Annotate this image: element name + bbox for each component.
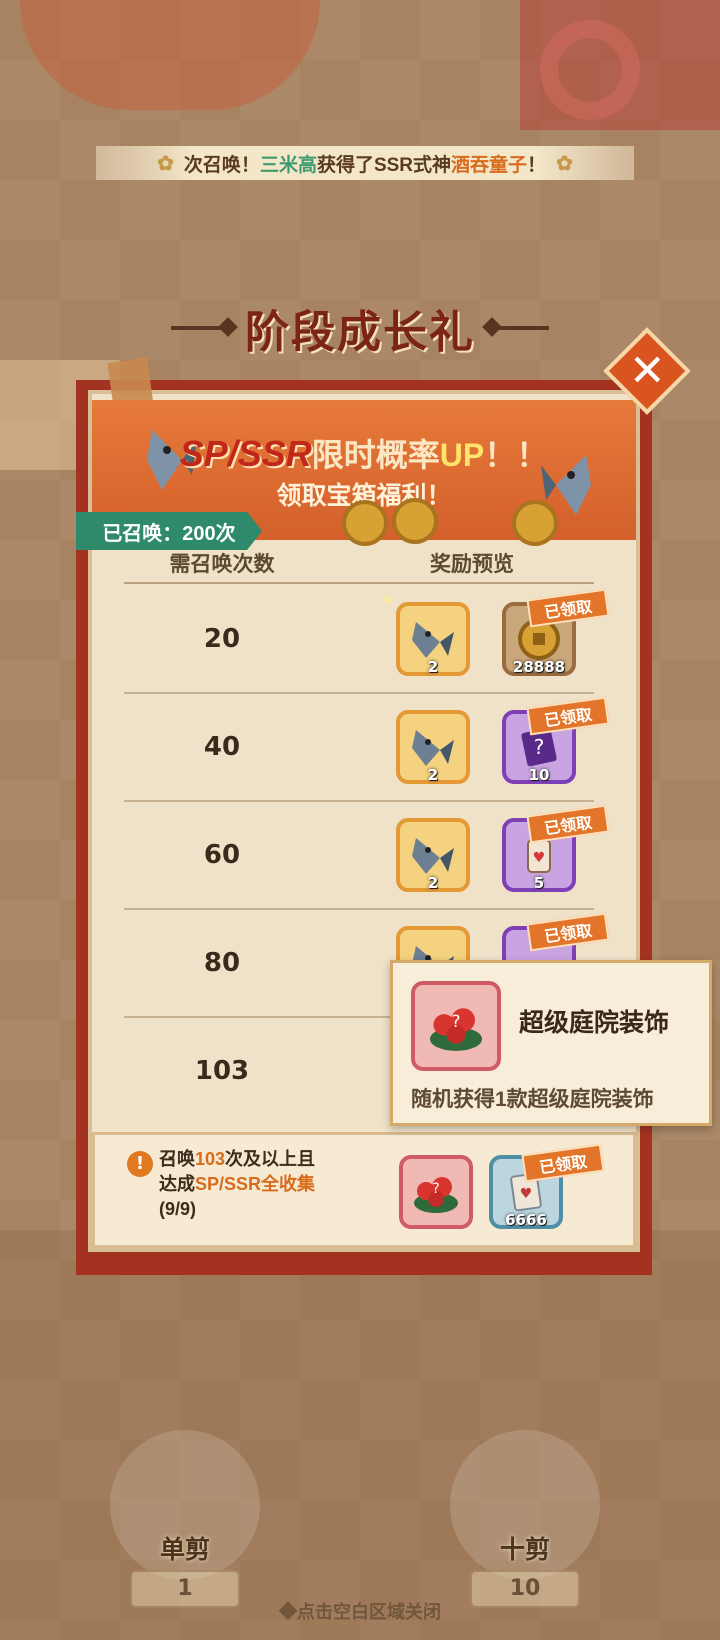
reward-quantity: 2 [427, 874, 439, 892]
reward-quantity: 2 [427, 766, 439, 784]
ten-summon-count: 10 [470, 1570, 580, 1608]
svg-text:?: ? [432, 1181, 439, 1197]
page-title-wrap: 阶段成长礼 [160, 296, 560, 360]
sparkle-icon [382, 594, 394, 606]
ten-summon-button[interactable]: 十剪 10 [440, 1390, 610, 1610]
alert-icon: ! [127, 1151, 153, 1177]
flower-icon: ✿ [157, 152, 174, 175]
svg-text:♥: ♥ [533, 850, 546, 866]
row-count: 20 [203, 624, 241, 654]
flower-icon: ✿ [556, 152, 573, 175]
reward-item[interactable]: 2 [396, 602, 470, 676]
row-count: 60 [203, 840, 241, 870]
announcement-marquee: ✿ 次召唤！ 三米高 获得了SSR式神 酒吞童子 ！ ✿ [96, 146, 634, 180]
camellia-decoration-icon: ? [429, 1008, 483, 1051]
close-hint: ◆点击空白区域关闭 [279, 1602, 441, 1622]
paper-crane-icon [412, 730, 454, 766]
column-header-required: 需召唤次数 [169, 553, 275, 576]
coin-icon [392, 498, 438, 544]
coin-icon [342, 500, 388, 546]
bonus-text-part: 达成 [159, 1174, 195, 1194]
reward-row: 40 2 ? 10 已领取 [124, 694, 610, 802]
background-decoration [540, 20, 640, 120]
banner-rate-text: 限时概率 [311, 437, 440, 473]
marquee-prefix: 次召唤！ [183, 154, 260, 176]
single-summon-count: 1 [130, 1570, 240, 1608]
reward-quantity: 6666 [505, 1211, 547, 1229]
reward-quantity: 2 [427, 658, 439, 676]
reward-row: 20 2 28888 已领取 [124, 586, 610, 694]
row-count: 40 [203, 732, 241, 762]
summoned-count-badge: 已召唤：200次 [76, 512, 262, 550]
svg-text:♥: ♥ [520, 1186, 533, 1202]
tooltip-item-icon: ? [411, 981, 501, 1071]
marquee-middle: 获得了SSR式神 [316, 154, 452, 176]
banner-spssr: SP/SSR [179, 433, 312, 474]
row-count: 80 [203, 948, 241, 978]
marquee-player-name: 三米高 [259, 154, 317, 176]
collection-progress: (9/9) [159, 1199, 197, 1219]
collection-bonus-row: ! 召唤103次及以上且 达成SP/SSR全收集 (9/9) ? ♥ 6666 … [92, 1132, 636, 1248]
reward-quantity: 28888 [512, 658, 566, 676]
reward-item[interactable]: ? [399, 1155, 473, 1229]
reward-row: 60 2 ♥ 5 已领取 [124, 802, 610, 910]
paper-crane-icon [412, 838, 454, 874]
reward-item[interactable]: 2 [396, 818, 470, 892]
collection-bonus-text: 召唤103次及以上且 达成SP/SSR全收集 (9/9) [159, 1147, 409, 1222]
banner-up: UP [439, 437, 485, 473]
claimed-stamp: 已领取 [521, 1143, 605, 1183]
svg-text:?: ? [534, 735, 545, 759]
row-count: 103 [194, 1056, 250, 1086]
bonus-text-part: 召唤 [159, 1149, 195, 1169]
title-ornament-left [171, 326, 231, 330]
reward-item[interactable]: 2 [396, 710, 470, 784]
tooltip-item-description: 随机获得1款超级庭院装饰 [411, 1088, 654, 1111]
single-summon-label: 单剪 [159, 1536, 210, 1564]
title-ornament-right [489, 326, 549, 330]
item-tooltip: ? 超级庭院装饰 随机获得1款超级庭院装饰 [390, 960, 712, 1126]
column-header-rewards: 奖励预览 [430, 553, 514, 576]
bonus-text-part: 次及以上且 [225, 1149, 316, 1169]
reward-quantity: 5 [533, 874, 545, 892]
tooltip-item-name: 超级庭院装饰 [519, 1009, 670, 1037]
paper-crane-icon [541, 455, 591, 515]
camellia-decoration-icon: ? [414, 1177, 458, 1213]
reward-quantity: 10 [528, 766, 550, 784]
page-title: 阶段成长礼 [245, 307, 475, 358]
bonus-collection-label: SP/SSR全收集 [195, 1174, 316, 1194]
single-summon-button[interactable]: 单剪 1 [100, 1390, 270, 1610]
paper-crane-icon [412, 622, 454, 658]
ten-summon-label: 十剪 [499, 1536, 550, 1564]
bonus-count: 103 [195, 1149, 226, 1169]
reward-table-header: 需召唤次数 奖励预览 [124, 548, 594, 584]
svg-text:?: ? [452, 1012, 461, 1031]
close-icon: ✕ [628, 345, 666, 396]
marquee-shikigami-name: 酒吞童子 [451, 154, 528, 176]
marquee-suffix: ！ [527, 154, 547, 176]
